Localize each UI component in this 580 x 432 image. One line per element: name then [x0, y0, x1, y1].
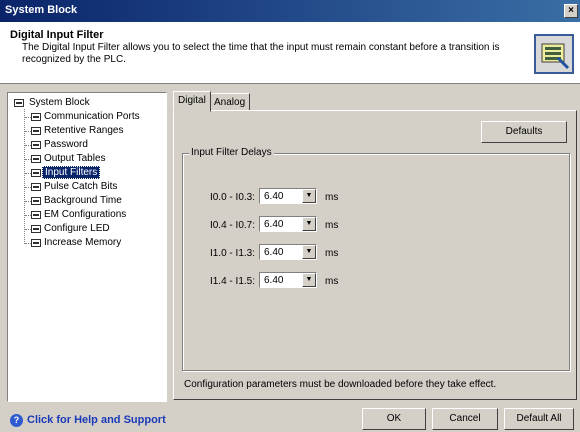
tree-item-label: Pulse Catch Bits: [44, 181, 118, 192]
tree-item-communication-ports[interactable]: Communication Ports: [10, 110, 166, 124]
filter-range-label: I1.0 - I1.3:: [209, 248, 255, 259]
tree-item-label: Output Tables: [44, 153, 106, 164]
cancel-button[interactable]: Cancel: [432, 408, 498, 430]
tree-item-label: Retentive Ranges: [44, 125, 124, 136]
tree-root-label: System Block: [29, 97, 90, 108]
header-panel: Digital Input Filter The Digital Input F…: [0, 22, 580, 84]
tree-item-label: EM Configurations: [44, 209, 127, 220]
filter-range-label: I1.4 - I1.5:: [209, 276, 255, 287]
filter-delay-value: 6.40: [264, 191, 284, 202]
tree-item-label: Increase Memory: [44, 237, 122, 248]
tree-item-password[interactable]: Password: [10, 138, 166, 152]
group-title: Input Filter Delays: [189, 147, 274, 158]
header-description: The Digital Input Filter allows you to s…: [22, 42, 500, 65]
default-all-button[interactable]: Default All: [504, 408, 574, 430]
folder-icon: [14, 99, 24, 107]
node-icon: [31, 225, 41, 233]
chevron-down-icon[interactable]: ▼: [302, 273, 316, 287]
node-icon: [31, 183, 41, 191]
tree-item-label: Input Filters: [42, 166, 101, 179]
tab-digital[interactable]: Digital: [173, 91, 211, 112]
filter-delay-select[interactable]: 6.40 ▼: [259, 244, 317, 260]
filter-delay-value: 6.40: [264, 275, 284, 286]
tree-root[interactable]: System Block: [10, 96, 166, 110]
digital-tab-panel: Defaults Input Filter Delays I0.0 - I0.3…: [173, 110, 577, 400]
filter-range-label: I0.4 - I0.7:: [209, 220, 255, 231]
tree-item-pulse-catch-bits[interactable]: Pulse Catch Bits: [10, 180, 166, 194]
filter-unit: ms: [325, 248, 339, 259]
defaults-button[interactable]: Defaults: [481, 121, 567, 143]
help-support-link[interactable]: ? Click for Help and Support: [10, 414, 166, 427]
filter-range-label: I0.0 - I0.3:: [209, 192, 255, 203]
input-filter-delays-group: Input Filter Delays I0.0 - I0.3: 6.40 ▼ …: [182, 147, 570, 371]
tree-item-configure-led[interactable]: Configure LED: [10, 222, 166, 236]
node-icon: [31, 169, 41, 177]
system-block-icon: [534, 34, 574, 74]
help-link-label: Click for Help and Support: [27, 414, 166, 426]
filter-unit: ms: [325, 276, 339, 287]
help-icon: ?: [10, 414, 23, 427]
tree-item-label: Communication Ports: [44, 111, 140, 122]
tree-item-background-time[interactable]: Background Time: [10, 194, 166, 208]
filter-delay-value: 6.40: [264, 247, 284, 258]
filter-delay-select[interactable]: 6.40 ▼: [259, 216, 317, 232]
close-button[interactable]: ×: [564, 4, 578, 18]
download-note: Configuration parameters must be downloa…: [184, 379, 497, 390]
window-title: System Block: [5, 4, 78, 16]
tree-item-label: Configure LED: [44, 223, 110, 234]
tab-analog[interactable]: Analog: [209, 93, 251, 111]
tree-item-label: Background Time: [44, 195, 122, 206]
window-titlebar: System Block ×: [0, 0, 580, 22]
tree-item-retentive-ranges[interactable]: Retentive Ranges: [10, 124, 166, 138]
filter-delay-value: 6.40: [264, 219, 284, 230]
tree-item-label: Password: [44, 139, 88, 150]
node-icon: [31, 197, 41, 205]
tree-item-output-tables[interactable]: Output Tables: [10, 152, 166, 166]
chevron-down-icon[interactable]: ▼: [302, 217, 316, 231]
tree-item-increase-memory[interactable]: Increase Memory: [10, 236, 166, 250]
node-icon: [31, 113, 41, 121]
system-block-tree: System Block Communication Ports Retenti…: [7, 92, 167, 402]
node-icon: [31, 141, 41, 149]
chevron-down-icon[interactable]: ▼: [302, 189, 316, 203]
filter-unit: ms: [325, 192, 339, 203]
tree-item-em-configurations[interactable]: EM Configurations: [10, 208, 166, 222]
filter-unit: ms: [325, 220, 339, 231]
filter-delay-select[interactable]: 6.40 ▼: [259, 272, 317, 288]
node-icon: [31, 239, 41, 247]
node-icon: [31, 127, 41, 135]
node-icon: [31, 155, 41, 163]
ok-button[interactable]: OK: [362, 408, 426, 430]
filter-delay-select[interactable]: 6.40 ▼: [259, 188, 317, 204]
node-icon: [31, 211, 41, 219]
tree-item-input-filters[interactable]: Input Filters: [10, 166, 166, 180]
header-title: Digital Input Filter: [10, 29, 104, 41]
chevron-down-icon[interactable]: ▼: [302, 245, 316, 259]
